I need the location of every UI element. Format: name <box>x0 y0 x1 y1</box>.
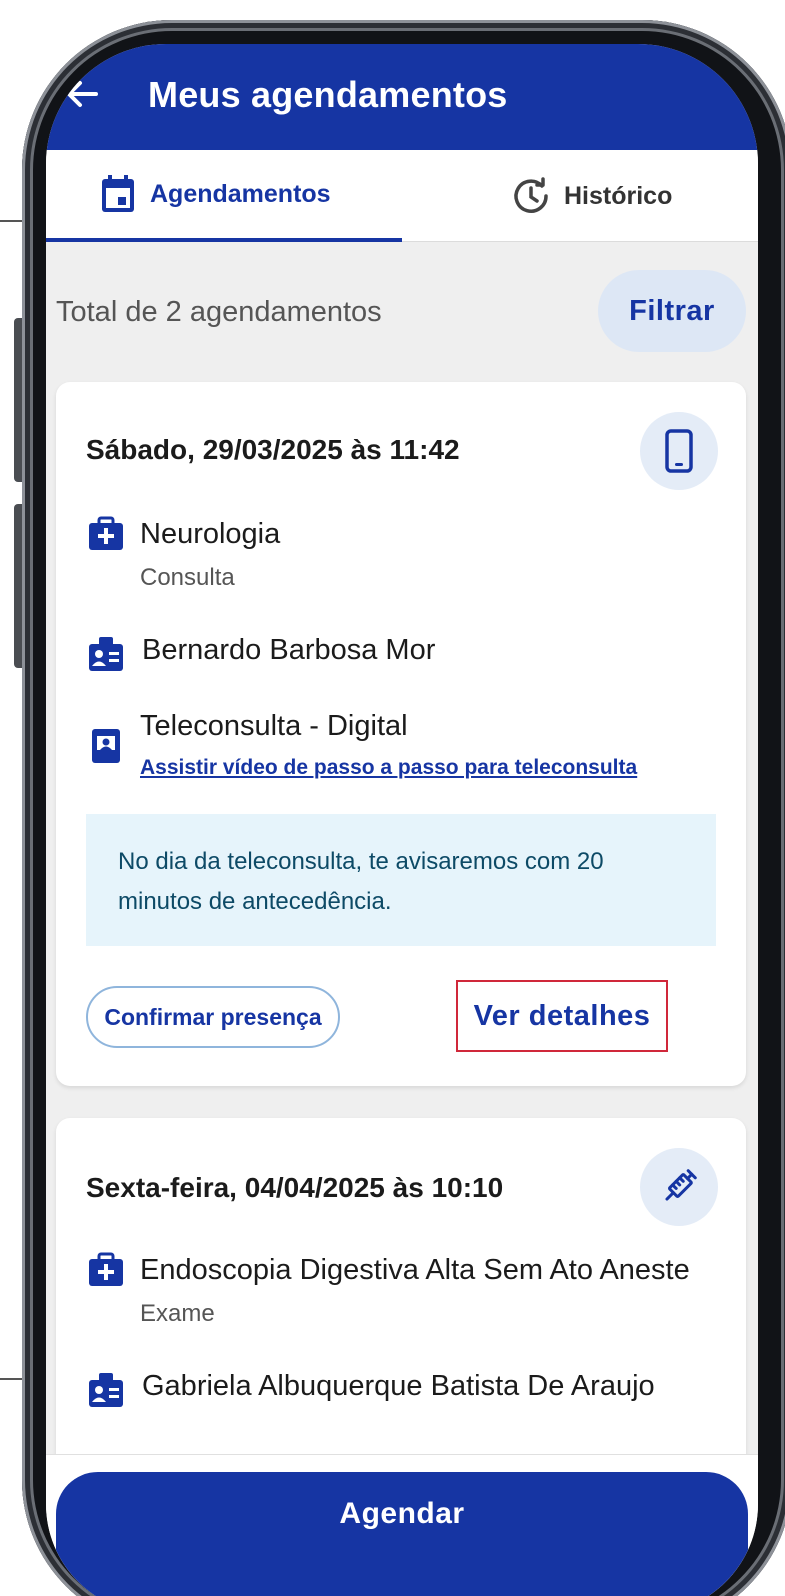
teleconsult-notice: No dia da teleconsulta, te avisaremos co… <box>86 814 716 946</box>
syringe-icon <box>665 1169 697 1201</box>
tab-label: Agendamentos <box>150 179 331 208</box>
calendar-icon <box>102 175 134 212</box>
appointment-category: Exame <box>140 1300 215 1327</box>
professional-name: Gabriela Albuquerque Batista De Araujo <box>142 1370 655 1402</box>
professional-badge-icon <box>89 637 123 671</box>
teleconsult-screen-icon <box>92 729 120 763</box>
medical-kit-icon <box>89 1252 123 1286</box>
filter-button[interactable]: Filtrar <box>598 270 746 352</box>
exam-type-badge <box>640 1148 718 1226</box>
bottom-strip <box>46 1556 758 1596</box>
appointment-datetime: Sexta-feira, 04/04/2025 às 10:10 <box>86 1172 504 1203</box>
tab-bar: Agendamentos Histórico <box>46 150 758 242</box>
medical-kit-icon <box>89 516 123 550</box>
appointment-datetime: Sábado, 29/03/2025 às 11:42 <box>86 434 460 465</box>
page-title: Meus agendamentos <box>148 74 508 115</box>
total-appointments-text: Total de 2 agendamentos <box>56 296 382 328</box>
smartphone-icon <box>665 429 693 473</box>
appointment-card: Sábado, 29/03/2025 às 11:42 Neurologia C… <box>56 382 746 1086</box>
specialty-name: Neurologia <box>140 518 281 550</box>
tab-historico[interactable]: Histórico <box>402 150 758 242</box>
history-icon <box>514 177 548 213</box>
professional-name: Bernardo Barbosa Mor <box>142 634 436 666</box>
tab-label: Histórico <box>564 181 673 210</box>
teleconsult-type-badge <box>640 412 718 490</box>
appointment-category: Consulta <box>140 564 235 591</box>
appointment-modality: Teleconsulta - Digital <box>140 710 408 742</box>
specialty-name: Endoscopia Digestiva Alta Sem Ato Aneste <box>140 1254 690 1286</box>
back-arrow-icon[interactable] <box>62 74 102 114</box>
schedule-button[interactable]: Agendar <box>56 1472 748 1556</box>
teleconsult-video-link[interactable]: Assistir vídeo de passo a passo para tel… <box>140 756 637 780</box>
tab-agendamentos[interactable]: Agendamentos <box>46 150 402 242</box>
professional-badge-icon <box>89 1373 123 1407</box>
app-screen: Meus agendamentos Agendamentos Histórico… <box>46 44 758 1596</box>
confirm-presence-button[interactable]: Confirmar presença <box>86 986 340 1048</box>
frame-line <box>0 1378 24 1380</box>
view-details-button[interactable]: Ver detalhes <box>456 980 668 1052</box>
app-bar: Meus agendamentos <box>46 44 758 150</box>
frame-line <box>0 220 24 222</box>
